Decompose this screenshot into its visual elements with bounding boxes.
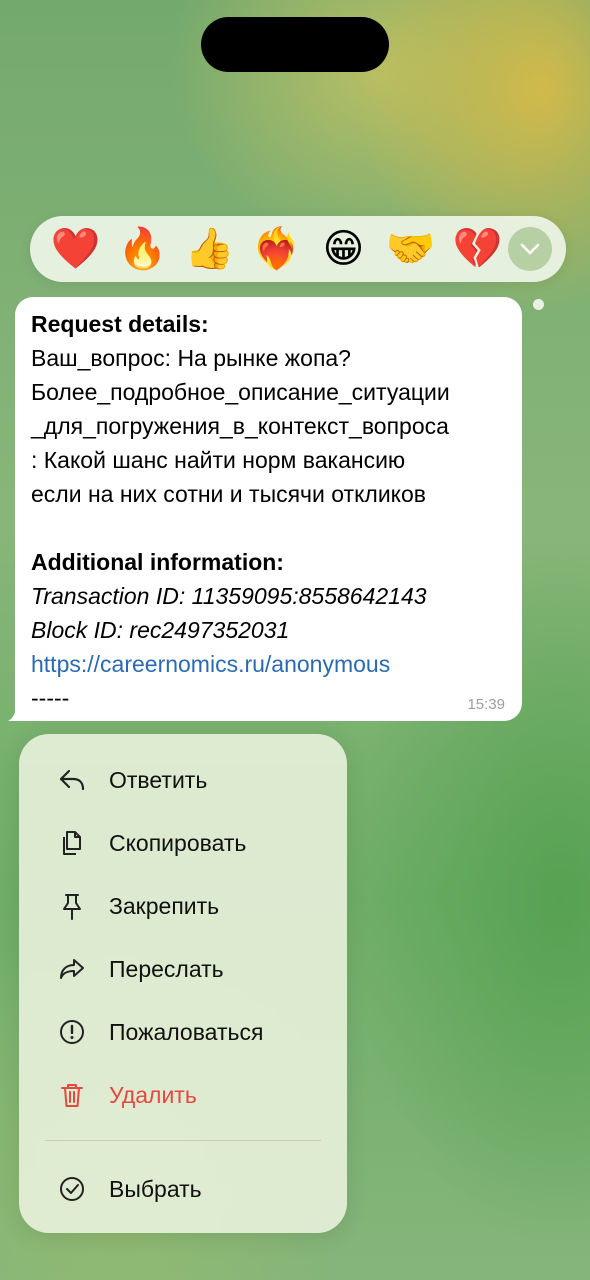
menu-divider <box>45 1140 321 1141</box>
beaming-face-icon[interactable]: 😁 <box>310 221 377 277</box>
message-timestamp: 15:39 <box>467 696 505 713</box>
menu-item-pin[interactable]: Закрепить <box>19 876 347 936</box>
menu-item-label: Переслать <box>109 955 224 982</box>
trash-icon <box>55 1078 89 1112</box>
pin-icon <box>55 889 89 923</box>
menu-item-label: Удалить <box>109 1081 197 1108</box>
menu-item-label: Выбрать <box>109 1175 202 1202</box>
message-bubble[interactable]: Request details: Ваш_вопрос: На рынке жо… <box>15 297 522 721</box>
expand-reactions-button[interactable] <box>508 227 552 271</box>
report-icon <box>55 1015 89 1049</box>
message-tail <box>8 697 26 721</box>
menu-item-delete[interactable]: Удалить <box>19 1065 347 1125</box>
message-line: : Какой шанс найти норм вакансию <box>31 447 406 473</box>
broken-heart-icon[interactable]: 💔 <box>444 221 511 277</box>
menu-item-label: Закрепить <box>109 892 220 919</box>
menu-item-report[interactable]: Пожаловаться <box>19 1002 347 1062</box>
menu-item-label: Скопировать <box>109 829 247 856</box>
message-line: Ваш_вопрос: На рынке жопа? <box>31 345 351 371</box>
reactions-bar: ❤️ 🔥 👍 ❤️‍🔥 😁 🤝 💔 <box>30 216 566 282</box>
menu-item-select[interactable]: Выбрать <box>19 1159 347 1219</box>
menu-item-copy[interactable]: Скопировать <box>19 813 347 873</box>
select-check-icon <box>55 1172 89 1206</box>
menu-item-label: Ответить <box>109 766 208 793</box>
handshake-icon[interactable]: 🤝 <box>377 221 444 277</box>
forward-icon <box>55 952 89 986</box>
copy-icon <box>55 826 89 860</box>
additional-info-header: Additional information: <box>31 549 284 575</box>
red-heart-icon[interactable]: ❤️ <box>42 221 109 277</box>
message-separator: ----- <box>31 685 70 711</box>
menu-item-label: Пожаловаться <box>109 1018 264 1045</box>
transaction-id: Transaction ID: 11359095:8558642143 <box>31 583 427 609</box>
message-header: Request details: <box>31 311 209 337</box>
menu-item-forward[interactable]: Переслать <box>19 939 347 999</box>
fire-icon[interactable]: 🔥 <box>109 221 176 277</box>
dynamic-island <box>201 17 389 72</box>
chevron-down-icon <box>520 243 540 255</box>
thumbs-up-icon[interactable]: 👍 <box>176 221 243 277</box>
menu-item-reply[interactable]: Ответить <box>19 750 347 810</box>
block-id: Block ID: rec2497352031 <box>31 617 290 643</box>
message-line: Более_подробное_описание_ситуации <box>31 379 450 405</box>
message-line: если на них сотни и тысячи откликов <box>31 481 427 507</box>
message-link[interactable]: https://careernomics.ru/anonymous <box>31 647 506 681</box>
reply-icon <box>55 763 89 797</box>
reactions-bubble-dot <box>533 299 544 310</box>
context-menu: Ответить Скопировать Закрепить Переслать… <box>19 734 347 1233</box>
message-line: _для_погружения_в_контекст_вопроса <box>31 413 449 439</box>
heart-on-fire-icon[interactable]: ❤️‍🔥 <box>243 221 310 277</box>
